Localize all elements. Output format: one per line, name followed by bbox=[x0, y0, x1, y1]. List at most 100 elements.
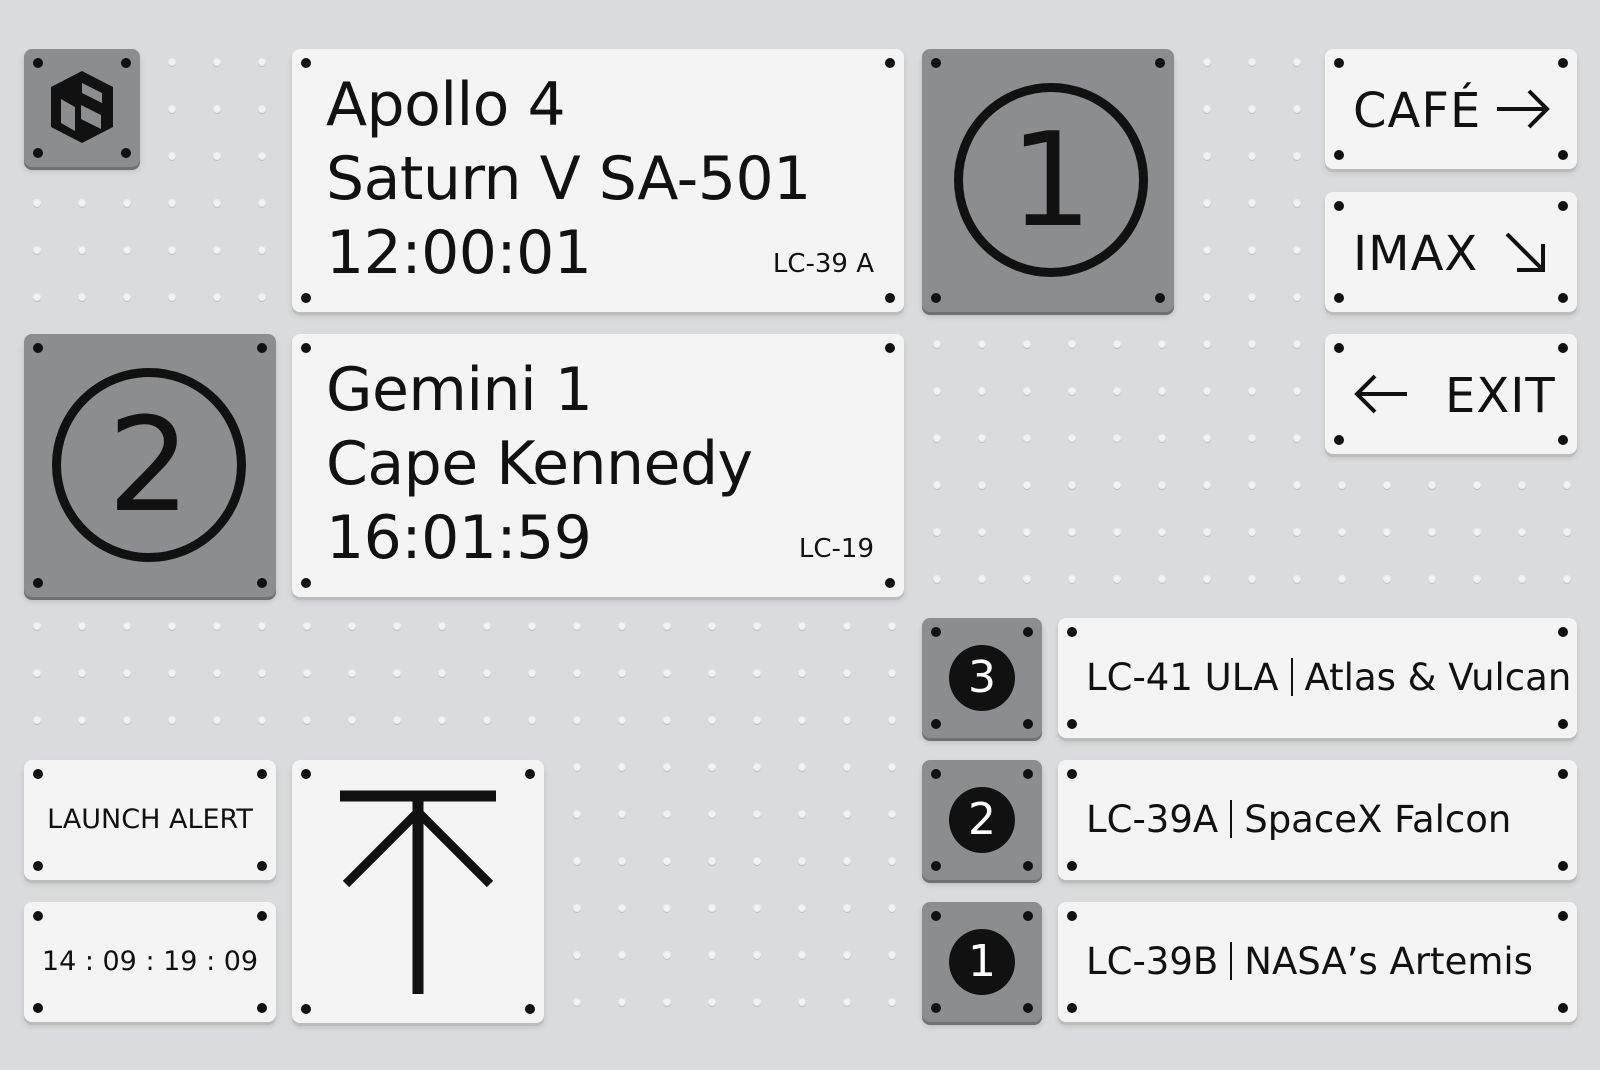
peg-hole bbox=[933, 528, 941, 536]
launch-card-gemini: Gemini 1 Cape Kennedy 16:01:59 LC-19 bbox=[292, 334, 904, 597]
peg-hole bbox=[1293, 575, 1301, 583]
peg-hole bbox=[1203, 387, 1211, 395]
peg-hole bbox=[1203, 293, 1211, 301]
peg-hole bbox=[1023, 528, 1031, 536]
peg-hole bbox=[708, 622, 716, 630]
peg-hole bbox=[1023, 481, 1031, 489]
peg-hole bbox=[1068, 387, 1076, 395]
launch-alert-label[interactable]: LAUNCH ALERT bbox=[24, 760, 276, 880]
nav-sign-cafe[interactable]: CAFÉ bbox=[1325, 49, 1577, 169]
peg-hole bbox=[33, 246, 41, 254]
pad-row-lc41[interactable]: LC-41 ULA Atlas & Vulcan bbox=[1058, 618, 1577, 738]
mission-name: Gemini 1 bbox=[326, 355, 593, 425]
pad-code: LC-39B bbox=[1086, 940, 1219, 983]
peg-hole bbox=[258, 199, 266, 207]
peg-hole bbox=[1158, 528, 1166, 536]
peg-hole bbox=[933, 481, 941, 489]
peg-hole bbox=[573, 622, 581, 630]
peg-hole bbox=[618, 622, 626, 630]
peg-hole bbox=[1383, 575, 1391, 583]
peg-hole bbox=[1293, 58, 1301, 66]
peg-hole bbox=[798, 904, 806, 912]
peg-hole bbox=[933, 387, 941, 395]
peg-hole bbox=[1113, 575, 1121, 583]
direction-sign-up[interactable] bbox=[292, 760, 544, 1023]
peg-hole bbox=[1248, 199, 1256, 207]
peg-hole bbox=[1248, 58, 1256, 66]
peg-hole bbox=[1293, 293, 1301, 301]
peg-hole bbox=[438, 622, 446, 630]
peg-hole bbox=[798, 998, 806, 1006]
peg-hole bbox=[303, 669, 311, 677]
peg-hole bbox=[798, 669, 806, 677]
peg-hole bbox=[213, 105, 221, 113]
peg-hole bbox=[978, 434, 986, 442]
peg-hole bbox=[1068, 434, 1076, 442]
peg-hole bbox=[843, 669, 851, 677]
pad-number-disc: 1 bbox=[949, 929, 1015, 995]
peg-hole bbox=[573, 716, 581, 724]
divider bbox=[1290, 658, 1293, 696]
peg-hole bbox=[1248, 387, 1256, 395]
peg-hole bbox=[753, 857, 761, 865]
pad-number-circle: 2 bbox=[52, 368, 246, 562]
pad-code: LC-19 bbox=[798, 534, 874, 564]
peg-hole bbox=[1248, 434, 1256, 442]
peg-hole bbox=[978, 528, 986, 536]
peg-hole bbox=[888, 669, 896, 677]
peg-hole bbox=[1428, 575, 1436, 583]
peg-hole bbox=[888, 716, 896, 724]
countdown-value: 14 : 09 : 19 : 09 bbox=[41, 946, 259, 977]
peg-hole bbox=[258, 105, 266, 113]
peg-hole bbox=[663, 810, 671, 818]
pad-badge-2: 2 bbox=[922, 760, 1042, 880]
vehicle-name: Cape Kennedy bbox=[326, 429, 753, 499]
peg-hole bbox=[1203, 152, 1211, 160]
peg-hole bbox=[618, 810, 626, 818]
pad-row-lc39a[interactable]: LC-39A SpaceX Falcon bbox=[1058, 760, 1577, 880]
peg-hole bbox=[168, 246, 176, 254]
peg-hole bbox=[798, 810, 806, 818]
peg-hole bbox=[1068, 340, 1076, 348]
peg-hole bbox=[1203, 528, 1211, 536]
peg-hole bbox=[123, 199, 131, 207]
peg-hole bbox=[1293, 434, 1301, 442]
peg-hole bbox=[618, 716, 626, 724]
peg-hole bbox=[663, 857, 671, 865]
peg-hole bbox=[753, 810, 761, 818]
mission-name: Apollo 4 bbox=[326, 70, 566, 140]
peg-hole bbox=[1248, 340, 1256, 348]
peg-hole bbox=[213, 669, 221, 677]
peg-hole bbox=[1113, 340, 1121, 348]
peg-hole bbox=[1338, 528, 1346, 536]
peg-hole bbox=[393, 716, 401, 724]
peg-hole bbox=[258, 152, 266, 160]
kennedy-logo-icon bbox=[51, 71, 113, 143]
peg-hole bbox=[708, 763, 716, 771]
peg-hole bbox=[438, 669, 446, 677]
peg-hole bbox=[708, 669, 716, 677]
vehicle-name: Saturn V SA-501 bbox=[326, 144, 811, 214]
peg-hole bbox=[168, 105, 176, 113]
pad-row-lc39b[interactable]: LC-39B NASA’s Artemis bbox=[1058, 902, 1577, 1022]
peg-hole bbox=[573, 998, 581, 1006]
peg-hole bbox=[213, 622, 221, 630]
peg-hole bbox=[33, 199, 41, 207]
peg-hole bbox=[1293, 152, 1301, 160]
peg-hole bbox=[1248, 293, 1256, 301]
peg-hole bbox=[888, 763, 896, 771]
peg-hole bbox=[1113, 434, 1121, 442]
peg-hole bbox=[708, 810, 716, 818]
nav-sign-exit[interactable]: EXIT bbox=[1325, 334, 1577, 454]
peg-hole bbox=[78, 669, 86, 677]
peg-hole bbox=[303, 716, 311, 724]
peg-hole bbox=[1158, 481, 1166, 489]
peg-hole bbox=[1293, 481, 1301, 489]
peg-hole bbox=[258, 716, 266, 724]
peg-hole bbox=[168, 58, 176, 66]
peg-hole bbox=[1248, 481, 1256, 489]
peg-hole bbox=[303, 622, 311, 630]
peg-hole bbox=[1338, 575, 1346, 583]
peg-hole bbox=[978, 575, 986, 583]
nav-sign-imax[interactable]: IMAX bbox=[1325, 192, 1577, 312]
